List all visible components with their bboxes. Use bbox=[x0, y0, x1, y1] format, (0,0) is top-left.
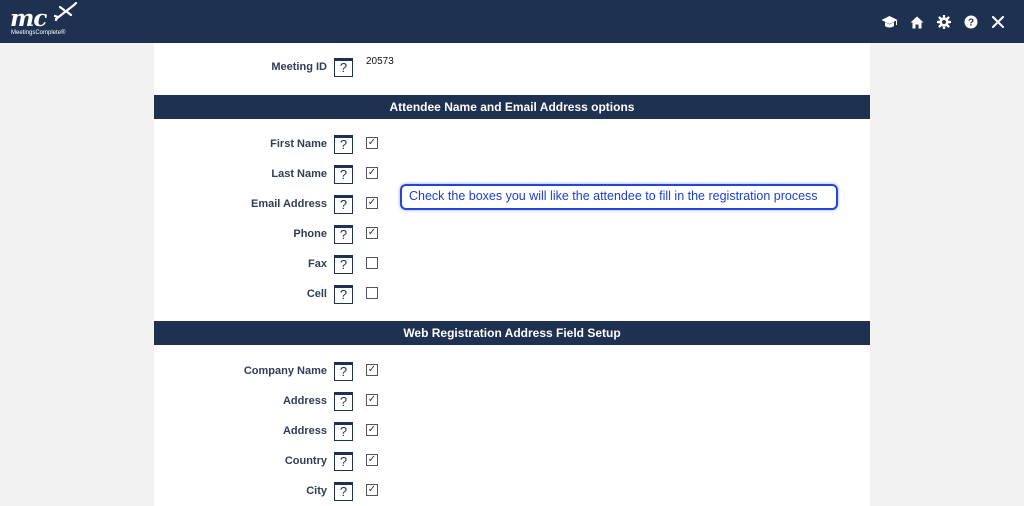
svg-text:?: ? bbox=[967, 18, 973, 29]
field-label: Phone bbox=[293, 228, 327, 240]
field-row: Fax ? bbox=[154, 255, 404, 275]
instruction-callout: Check the boxes you will like the attend… bbox=[400, 184, 838, 210]
field-checkbox[interactable]: ✓ bbox=[366, 394, 378, 406]
field-checkbox[interactable]: ✓ bbox=[366, 424, 378, 436]
help-button[interactable]: ? bbox=[334, 195, 353, 214]
field-row: First Name ? ✓ bbox=[154, 135, 404, 155]
help-button[interactable]: ? bbox=[334, 422, 353, 441]
field-row: Phone ? ✓ bbox=[154, 225, 404, 245]
field-row: Address ? ✓ bbox=[154, 422, 404, 442]
meeting-id-label: Meeting ID bbox=[271, 61, 327, 73]
meeting-id-row: Meeting ID ? 20573 bbox=[154, 56, 404, 78]
help-icon[interactable]: ? bbox=[962, 14, 979, 31]
field-label: City bbox=[306, 485, 327, 497]
field-row: Last Name ? ✓ bbox=[154, 165, 404, 185]
help-button[interactable]: ? bbox=[334, 58, 353, 77]
logo[interactable]: mc MeetingsComplete® bbox=[10, 2, 90, 40]
field-row: Country ? ✓ bbox=[154, 452, 404, 472]
help-button[interactable]: ? bbox=[334, 255, 353, 274]
help-button[interactable]: ? bbox=[334, 452, 353, 471]
field-checkbox[interactable]: ✓ bbox=[366, 167, 378, 179]
field-label: Fax bbox=[308, 258, 327, 270]
field-label: First Name bbox=[270, 138, 327, 150]
field-checkbox[interactable]: ✓ bbox=[366, 484, 378, 496]
help-button[interactable]: ? bbox=[334, 392, 353, 411]
field-checkbox[interactable]: ✓ bbox=[366, 364, 378, 376]
logo-tagline: MeetingsComplete® bbox=[11, 30, 66, 36]
graduation-cap-icon[interactable] bbox=[881, 14, 898, 31]
gear-icon[interactable] bbox=[935, 14, 952, 31]
field-label: Last Name bbox=[271, 168, 327, 180]
field-row: Address ? ✓ bbox=[154, 392, 404, 412]
section-header: Web Registration Address Field Setup bbox=[154, 321, 870, 345]
field-checkbox[interactable] bbox=[366, 287, 378, 299]
help-button[interactable]: ? bbox=[334, 285, 353, 304]
field-label: Country bbox=[284, 455, 327, 467]
meeting-id-value: 20573 bbox=[366, 56, 394, 67]
airplane-icon bbox=[54, 2, 78, 22]
field-row: Company Name ? ✓ bbox=[154, 362, 404, 382]
top-icons: ? bbox=[881, 12, 1006, 32]
field-checkbox[interactable]: ✓ bbox=[366, 197, 378, 209]
field-label: Company Name bbox=[243, 365, 327, 377]
field-label: Address bbox=[282, 395, 327, 407]
top-bar: mc MeetingsComplete® ? bbox=[0, 0, 1024, 43]
field-checkbox[interactable]: ✓ bbox=[366, 137, 378, 149]
field-row: Cell ? bbox=[154, 285, 404, 305]
field-checkbox[interactable]: ✓ bbox=[366, 454, 378, 466]
help-button[interactable]: ? bbox=[334, 165, 353, 184]
logo-text: mc bbox=[10, 5, 47, 32]
field-row: City ? ✓ bbox=[154, 482, 404, 502]
field-checkbox[interactable] bbox=[366, 257, 378, 269]
field-row: Email Address ? ✓ bbox=[154, 195, 404, 215]
close-icon[interactable] bbox=[989, 14, 1006, 31]
section-header: Attendee Name and Email Address options bbox=[154, 95, 870, 119]
help-button[interactable]: ? bbox=[334, 135, 353, 154]
help-button[interactable]: ? bbox=[334, 362, 353, 381]
help-button[interactable]: ? bbox=[334, 225, 353, 244]
field-checkbox[interactable]: ✓ bbox=[366, 227, 378, 239]
home-icon[interactable] bbox=[908, 14, 925, 31]
help-button[interactable]: ? bbox=[334, 482, 353, 501]
field-label: Address bbox=[282, 425, 327, 437]
field-label: Cell bbox=[306, 288, 327, 300]
field-label: Email Address bbox=[250, 198, 327, 210]
